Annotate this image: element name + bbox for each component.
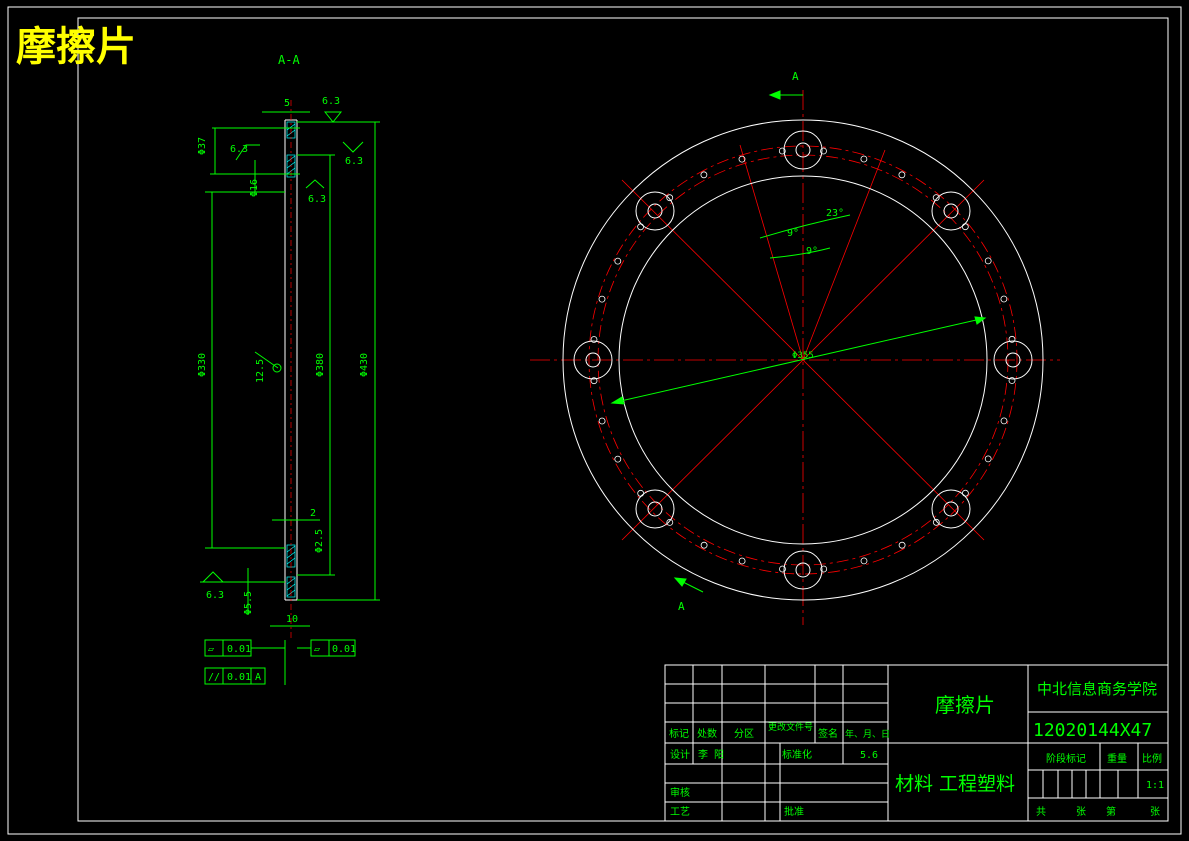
angle-9a: 9°: [787, 228, 799, 239]
tb-material: 材料 工程塑料: [895, 773, 1015, 795]
tb-designer: 李 阳: [698, 748, 724, 761]
tb-scale-label: 比例: [1142, 752, 1162, 765]
small-hole: [738, 557, 746, 565]
small-hole: [984, 257, 992, 265]
small-hole: [1008, 377, 1016, 384]
dim-width-top: 5: [284, 98, 290, 109]
tb-design-label: 设计: [670, 748, 690, 761]
roughness-mid: 6.3: [308, 194, 326, 205]
tb-scale-value: 1:1: [1146, 780, 1164, 791]
tb-sheet-total: 共: [1036, 806, 1046, 818]
tb-col-mark: 标记: [669, 728, 689, 740]
small-hole: [637, 489, 645, 497]
tolerance-frame-2: // 0.01 A: [204, 667, 266, 685]
tolerance-frame-1: ▱ 0.01: [204, 639, 252, 657]
angle-9b: 9°: [806, 246, 818, 257]
tol-symbol-3: ▱: [314, 644, 320, 655]
dim-phi16: Φ16: [249, 179, 260, 197]
tb-process-label: 工艺: [670, 806, 690, 818]
tol-value-2: 0.01: [227, 672, 251, 683]
small-hole: [932, 518, 940, 526]
tb-stage-label: 阶段标记: [1046, 752, 1086, 765]
plan-view: A A 23° 9° 9° Φ355: [530, 70, 1060, 625]
bolt-hole: [931, 191, 971, 231]
small-hole: [700, 541, 708, 549]
small-hole: [984, 455, 992, 463]
title-block-text: 摩擦片 中北信息商务学院 12020144X47 材料 工程塑料 标记 处数 分…: [669, 680, 1164, 818]
tb-drawing-number: 12020144X47: [1033, 720, 1152, 741]
angle-23: 23°: [826, 208, 844, 219]
tb-col-zone: 分区: [734, 728, 754, 740]
dim-phi430: Φ430: [359, 353, 370, 377]
dim-phi355: Φ355: [792, 351, 814, 361]
tol-datum-2: A: [255, 672, 261, 683]
dim-phi330: Φ330: [197, 353, 208, 377]
tb-sheet-num: 第: [1106, 805, 1116, 818]
small-hole: [637, 223, 644, 231]
tol-symbol-2: //: [208, 672, 220, 683]
tb-part-name: 摩擦片: [935, 693, 995, 717]
small-hole: [700, 171, 708, 179]
tb-sheet-of: 张: [1076, 806, 1086, 818]
small-hole: [598, 295, 606, 303]
small-hole: [779, 565, 786, 573]
tol-value-3: 0.01: [332, 644, 356, 655]
tb-col-sign: 签名: [818, 727, 838, 740]
plan-dims: [610, 90, 987, 593]
view-arrow-label-bottom: A: [678, 600, 685, 613]
roughness-bottom: 6.3: [206, 590, 224, 601]
small-hole: [898, 171, 906, 179]
small-hole: [614, 455, 622, 463]
dim-phi380: Φ380: [315, 353, 326, 377]
dim-phi2-5: Φ2.5: [314, 529, 325, 553]
tb-weight-label: 重量: [1107, 752, 1127, 765]
tolerance-frame-3: ▱ 0.01: [310, 639, 356, 657]
small-hole: [860, 155, 868, 163]
tb-date: 5.6: [860, 750, 878, 761]
tb-school: 中北信息商务学院: [1037, 680, 1157, 698]
outer-frame: [7, 6, 1182, 835]
small-hole: [962, 489, 969, 497]
small-hole: [614, 257, 622, 265]
roughness-center: 12.5: [255, 359, 266, 383]
tb-standardize-label: 标准化: [782, 748, 812, 761]
dim-2: 2: [310, 508, 316, 519]
engineering-drawing: 摩擦片 A-A 5 6.3 Φ37 6.3 Φ16 6.3 6.3 Φ330 Φ…: [7, 6, 1182, 835]
dim-phi37: Φ37: [197, 137, 208, 155]
small-hole: [666, 194, 674, 202]
tb-sheet-of2: 张: [1150, 806, 1160, 818]
section-label: A-A: [278, 53, 300, 67]
small-hole: [860, 557, 868, 565]
small-hole: [898, 541, 906, 549]
dim-10: 10: [286, 614, 298, 625]
drawing-title: 摩擦片: [16, 24, 136, 70]
small-hole: [1000, 417, 1008, 425]
tb-col-date: 年、月、日: [845, 728, 890, 740]
tb-col-change: 更改文件号: [768, 721, 813, 733]
small-hole: [598, 417, 606, 425]
roughness-right: 6.3: [345, 156, 363, 167]
inner-frame: [77, 17, 1169, 822]
view-arrow-label-top: A: [792, 70, 799, 83]
tol-symbol-1: ▱: [208, 644, 214, 655]
tb-review-label: 审核: [670, 786, 690, 799]
tb-col-count: 处数: [697, 727, 717, 740]
small-hole: [1000, 295, 1008, 303]
small-hole: [961, 223, 969, 231]
tb-approve-label: 批准: [784, 805, 804, 818]
section-view: A-A 5 6.3 Φ37 6.3 Φ16 6.3 6.3 Φ330 Φ380 …: [197, 53, 380, 685]
tol-value-1: 0.01: [227, 644, 251, 655]
small-hole: [820, 147, 827, 155]
roughness-top: 6.3: [322, 96, 340, 107]
section-part: [284, 119, 298, 601]
small-hole: [590, 336, 598, 343]
